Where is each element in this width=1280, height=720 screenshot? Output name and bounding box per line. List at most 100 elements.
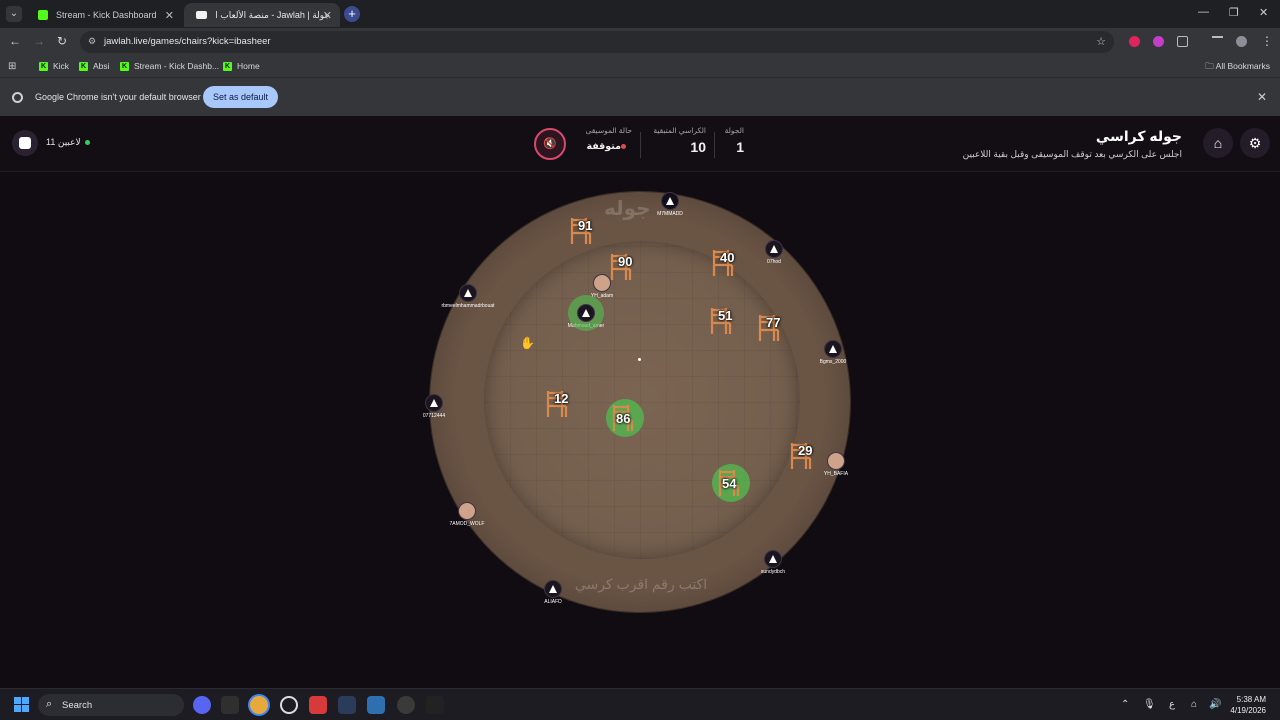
apps-grid-icon[interactable]: ⊞ <box>8 61 16 72</box>
player-name: rbmeelmhammadrbouat <box>441 303 495 309</box>
windows-start-icon[interactable] <box>14 697 29 712</box>
player-name: 07712444 <box>422 413 446 419</box>
forward-icon[interactable]: → <box>33 34 45 48</box>
system-clock[interactable]: 5:38 AM 4/19/2026 <box>1230 694 1266 716</box>
back-icon[interactable]: ← <box>9 34 21 48</box>
microphone-icon[interactable]: 🎙 <box>1143 699 1156 710</box>
reload-icon[interactable]: ↻ <box>57 34 67 48</box>
app-window-icon[interactable] <box>367 696 385 714</box>
player-token: Mahmoud_amer <box>546 304 626 329</box>
page-subtitle: اجلس على الكرسي بعد توقف الموسيقى وقبل ب… <box>962 149 1182 159</box>
ghost-avatar-icon <box>577 304 595 322</box>
player-name: 07hod <box>767 259 781 265</box>
volume-icon[interactable]: 🔊 <box>1209 699 1221 710</box>
chair-51[interactable]: 51 <box>708 306 738 336</box>
chair-54[interactable]: 54 <box>712 464 750 502</box>
media-controls-icon[interactable] <box>1212 36 1223 47</box>
app-mask-icon[interactable] <box>426 696 444 714</box>
extension-shield-icon[interactable] <box>1153 36 1164 47</box>
player-name: YH_BAFIA <box>823 471 849 477</box>
tray-chevron-icon[interactable]: ⌃ <box>1121 699 1129 710</box>
infobar-message: Google Chrome isn't your default browser <box>35 92 201 102</box>
search-icon: ⌕ <box>46 698 53 710</box>
player-token: 7AMOD_WOLF <box>427 502 507 527</box>
player-token: sundydbch <box>733 550 813 575</box>
player-photo-avatar <box>827 452 845 470</box>
bookmark-kick[interactable]: K Kick <box>39 61 69 71</box>
menu-icon[interactable]: ⋮ <box>1261 34 1273 48</box>
close-tab-icon[interactable]: ✕ <box>165 9 174 22</box>
chair-number: 86 <box>616 411 631 426</box>
address-bar[interactable]: ⚙ jawlah.live/games/chairs?kick=ibasheer… <box>80 31 1114 53</box>
jawlah-logo-icon[interactable] <box>12 130 38 156</box>
steam-icon[interactable] <box>338 696 356 714</box>
player-name: YH_adam <box>590 293 614 299</box>
set-as-default-button[interactable]: Set as default <box>203 86 278 108</box>
chair-77[interactable]: 77 <box>756 313 786 343</box>
tab-title: Stream - Kick Dashboard <box>56 10 157 20</box>
arena-center-dot <box>638 358 641 361</box>
new-tab-button[interactable]: + <box>344 6 360 22</box>
player-name: Mahmoud_amer <box>567 323 605 329</box>
player-name: sundydbch <box>760 569 786 575</box>
app-circle-icon[interactable] <box>397 696 415 714</box>
epic-games-icon[interactable] <box>221 696 239 714</box>
mute-toggle-button[interactable]: 🔇 <box>534 128 566 160</box>
player-token: M7MMADD <box>630 192 710 217</box>
minimize-icon[interactable]: — <box>1198 6 1209 18</box>
network-icon[interactable]: ⌂ <box>1191 699 1197 710</box>
taskbar-search[interactable]: ⌕ Search <box>38 694 184 716</box>
restore-icon[interactable]: ❐ <box>1229 6 1239 19</box>
bookmark-home[interactable]: K Home <box>223 61 260 71</box>
home-button[interactable]: ⌂ <box>1203 128 1233 158</box>
bookmark-star-icon[interactable]: ☆ <box>1096 35 1106 48</box>
tab-title: جولة | Jawlah - منصة الألعاب الت... <box>215 9 330 20</box>
game-header: 11 لاعبين 🔇 حالة الموسيقى متوقفة الكراسي… <box>0 116 1280 172</box>
kick-icon: K <box>223 61 232 71</box>
tab-kick-dashboard[interactable]: Stream - Kick Dashboard ✕ <box>26 3 182 27</box>
all-bookmarks-button[interactable]: 🗀 All Bookmarks <box>1205 61 1270 75</box>
ghost-avatar-icon <box>544 580 562 598</box>
settings-button[interactable]: ⚙ <box>1240 128 1270 158</box>
tab-jawlah[interactable]: جولة | Jawlah - منصة الألعاب الت... ✕ <box>184 3 340 27</box>
url-text[interactable]: jawlah.live/games/chairs?kick=ibasheer <box>104 36 271 47</box>
online-dot-icon <box>84 140 90 145</box>
player-name: M7MMADD <box>657 211 683 217</box>
windows-taskbar: ⌕ Search ⌃ 🎙 ع ⌂ 🔊 5:38 AM 4/19/2026 <box>0 688 1280 720</box>
ghost-avatar-icon <box>765 240 783 258</box>
kick-icon: K <box>79 61 88 71</box>
round-counter: الجولة 1 <box>724 126 744 155</box>
ghost-avatar-icon <box>459 284 477 302</box>
app-red-icon[interactable] <box>309 696 327 714</box>
tab-search-button[interactable]: ⌄ <box>6 6 22 22</box>
obs-icon[interactable] <box>280 696 298 714</box>
chrome-logo-icon <box>12 92 23 103</box>
chrome-icon[interactable] <box>250 696 268 714</box>
divider <box>714 132 715 158</box>
close-infobar-icon[interactable]: ✕ <box>1257 90 1267 104</box>
input-language[interactable]: ع <box>1169 699 1175 710</box>
tab-strip: ⌄ Stream - Kick Dashboard ✕ جولة | Jawla… <box>0 0 1280 28</box>
players-online: 11 لاعبين <box>46 137 90 148</box>
player-token: rbmeelmhammadrbouat <box>428 284 508 309</box>
bookmark-stream-dashboard[interactable]: K Stream - Kick Dashb... <box>120 61 219 71</box>
player-token: ALIAFD <box>513 580 593 605</box>
player-name: Bgms_2000 <box>819 359 847 365</box>
player-token: YH_adam <box>562 274 642 299</box>
player-token: YH_BAFIA <box>796 452 876 477</box>
kick-favicon-icon <box>38 10 48 20</box>
site-info-icon[interactable]: ⚙ <box>88 36 99 47</box>
game-title-block: جوله كراسي اجلس على الكرسي بعد توقف المو… <box>963 128 1182 160</box>
extensions-puzzle-icon[interactable] <box>1177 36 1188 47</box>
profile-avatar-icon[interactable] <box>1236 36 1247 47</box>
discord-icon[interactable] <box>193 696 211 714</box>
close-tab-icon[interactable]: ✕ <box>323 9 332 22</box>
chair-number: 51 <box>718 308 733 323</box>
close-window-icon[interactable]: ✕ <box>1259 6 1268 19</box>
extension-red-icon[interactable] <box>1129 36 1140 47</box>
chair-12[interactable]: 12 <box>544 389 574 419</box>
bookmark-absi[interactable]: K Absi <box>79 61 110 71</box>
chair-91[interactable]: 91 <box>568 216 598 246</box>
chair-86[interactable]: 86 <box>606 399 644 437</box>
arena-floor[interactable] <box>484 241 800 559</box>
